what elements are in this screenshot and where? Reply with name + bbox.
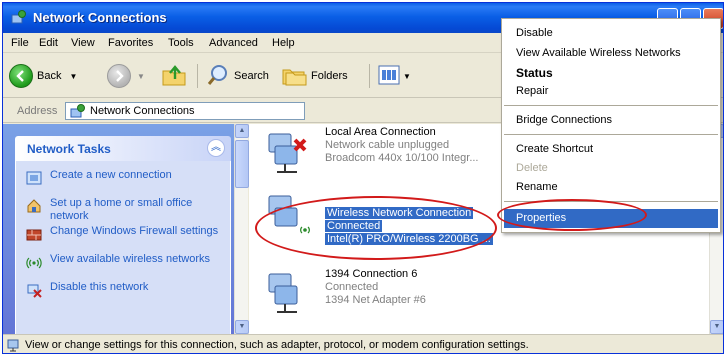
task-disable-network[interactable]: Disable this network — [26, 281, 226, 298]
scroll-thumb[interactable] — [235, 140, 249, 188]
menu-item-delete[interactable]: Delete — [516, 162, 548, 174]
task-label: Change Windows Firewall settings — [50, 225, 219, 237]
menu-edit[interactable]: Edit — [39, 37, 58, 49]
forward-dropdown-icon[interactable]: ▼ — [137, 72, 145, 81]
firewall-icon — [26, 226, 42, 242]
views-dropdown-icon[interactable]: ▼ — [403, 72, 411, 81]
menu-separator — [504, 134, 718, 135]
menu-item-rename[interactable]: Rename — [516, 181, 558, 193]
task-label: View available wireless networks — [50, 253, 210, 265]
wired-connection-icon — [263, 268, 311, 316]
forward-button[interactable]: ▼ — [107, 62, 145, 90]
network-tasks-header[interactable]: Network Tasks ︽ — [15, 136, 231, 161]
connection-status: Network cable unplugged — [325, 139, 450, 151]
toolbar-divider — [197, 64, 198, 88]
menu-tools[interactable]: Tools — [168, 37, 194, 49]
annotation-ellipse — [497, 199, 647, 231]
menu-view[interactable]: View — [71, 37, 95, 49]
forward-arrow-icon — [107, 64, 131, 88]
task-view-wireless[interactable]: View available wireless networks — [26, 253, 226, 270]
scroll-down-icon[interactable]: ▼ — [710, 320, 723, 334]
folders-button[interactable]: Folders — [281, 62, 348, 90]
wireless-icon — [26, 254, 42, 270]
wired-connection-icon — [263, 128, 311, 176]
menu-item-view-wireless[interactable]: View Available Wireless Networks — [516, 47, 681, 59]
address-label: Address — [17, 105, 58, 117]
connection-adapter: 1394 Net Adapter #6 — [325, 294, 426, 306]
network-tasks-list: Create a new connection Set up a home or… — [15, 161, 231, 334]
connection-status-icon — [7, 337, 23, 353]
back-arrow-icon — [9, 64, 33, 88]
back-label: Back — [37, 70, 62, 82]
connection-status: Connected — [325, 281, 379, 293]
task-create-connection[interactable]: Create a new connection — [26, 169, 226, 186]
disable-network-icon — [26, 282, 42, 298]
folders-label: Folders — [311, 70, 348, 82]
connection-local-area[interactable]: Local Area Connection Network cable unpl… — [259, 124, 519, 184]
back-button[interactable]: Back ▼ — [9, 62, 77, 90]
window-title: Network Connections — [33, 10, 167, 25]
task-pane: Network Tasks ︽ Create a new connection … — [3, 124, 243, 334]
scroll-down-icon[interactable]: ▼ — [235, 320, 249, 334]
menu-separator — [504, 105, 718, 106]
connection-name: 1394 Connection 6 — [325, 268, 418, 280]
network-connections-window: Network Connections File Edit View Favor… — [2, 2, 724, 354]
task-label: Set up a home or small office network — [50, 197, 193, 222]
new-connection-icon — [26, 170, 42, 186]
menu-item-bridge[interactable]: Bridge Connections — [516, 114, 612, 126]
status-bar: View or change settings for this connect… — [3, 334, 723, 353]
menu-item-disable[interactable]: Disable — [516, 27, 553, 39]
task-home-network[interactable]: Set up a home or small office network — [26, 197, 226, 223]
status-text: View or change settings for this connect… — [25, 339, 529, 351]
connection-name: Local Area Connection — [325, 126, 436, 138]
task-label: Disable this network — [50, 281, 149, 293]
annotation-ellipse — [255, 196, 497, 260]
toolbar-divider — [369, 64, 370, 88]
address-value: Network Connections — [90, 105, 195, 117]
menu-advanced[interactable]: Advanced — [209, 37, 258, 49]
menu-item-status[interactable]: Status — [516, 66, 553, 80]
back-dropdown-icon[interactable]: ▼ — [69, 72, 77, 81]
views-button[interactable]: ▼ — [378, 62, 411, 90]
search-button[interactable]: Search — [206, 62, 269, 90]
menu-item-repair[interactable]: Repair — [516, 85, 548, 97]
menu-item-create-shortcut[interactable]: Create Shortcut — [516, 143, 593, 155]
task-firewall-settings[interactable]: Change Windows Firewall settings — [26, 225, 226, 242]
network-connections-icon — [11, 10, 27, 26]
search-icon — [206, 63, 230, 90]
search-label: Search — [234, 70, 269, 82]
address-field[interactable]: Network Connections — [65, 102, 305, 120]
network-tasks-title: Network Tasks — [27, 142, 111, 156]
scroll-up-icon[interactable]: ▲ — [235, 124, 249, 138]
task-pane-scrollbar[interactable]: ▲ ▼ — [234, 124, 249, 334]
menu-file[interactable]: File — [11, 37, 29, 49]
network-connections-icon — [70, 104, 86, 123]
folders-icon — [281, 64, 307, 89]
task-label: Create a new connection — [50, 169, 172, 181]
connection-adapter: Broadcom 440x 10/100 Integr... — [325, 152, 479, 164]
up-folder-icon — [161, 63, 187, 90]
menu-help[interactable]: Help — [272, 37, 295, 49]
views-icon — [378, 65, 400, 88]
network-tasks-panel: Network Tasks ︽ Create a new connection … — [15, 136, 231, 334]
up-folder-button[interactable] — [161, 62, 187, 90]
menu-favorites[interactable]: Favorites — [108, 37, 153, 49]
home-network-icon — [26, 198, 42, 214]
connection-1394[interactable]: 1394 Connection 6 Connected 1394 Net Ada… — [259, 264, 519, 324]
collapse-chevron-icon[interactable]: ︽ — [207, 139, 225, 157]
